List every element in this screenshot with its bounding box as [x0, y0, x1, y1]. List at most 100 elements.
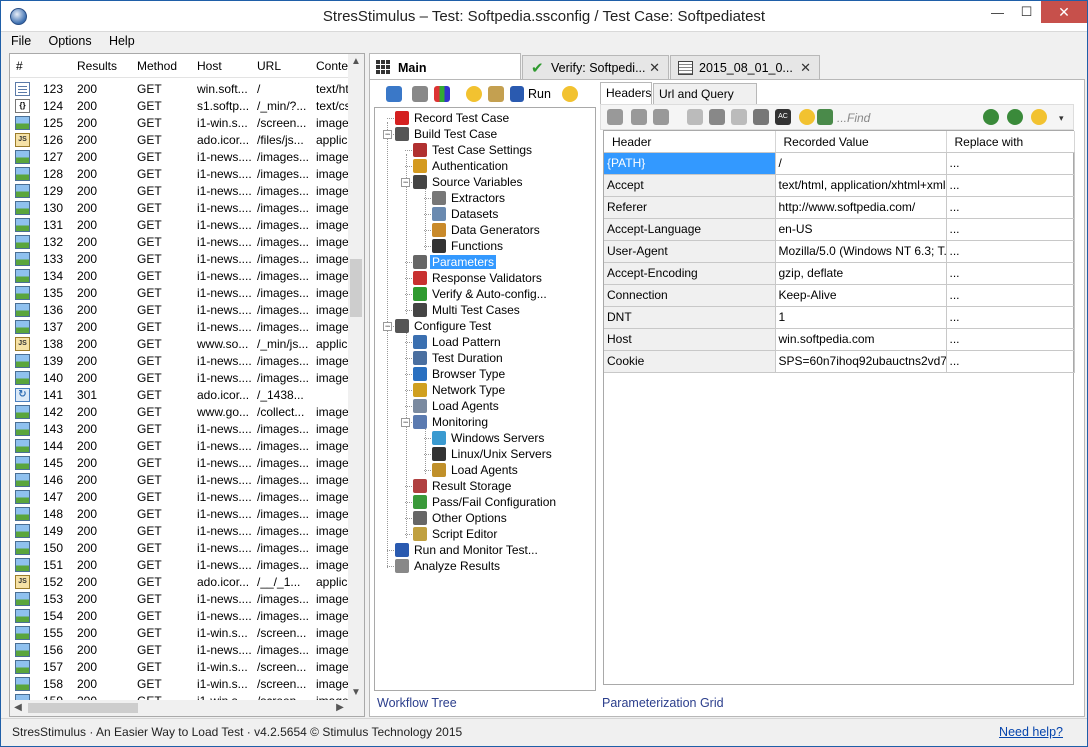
grid-cell-replace[interactable]: ... — [946, 174, 1075, 197]
grid-row[interactable]: {PATH} /... — [604, 152, 1075, 175]
session-row[interactable]: 147 200 GET i1-news.... /images... image. — [10, 488, 350, 505]
scroll-up-icon[interactable]: ▲ — [348, 54, 364, 70]
list-view-icon[interactable] — [434, 86, 450, 102]
session-row[interactable]: 129 200 GET i1-news.... /images... image. — [10, 182, 350, 199]
tree-node[interactable]: Run and Monitor Test... — [395, 542, 575, 558]
doc-p-icon[interactable] — [731, 109, 747, 125]
vertical-scrollbar[interactable]: ▲ ▼ — [348, 54, 364, 701]
column-header-number[interactable]: # — [16, 59, 23, 73]
export-icon[interactable] — [817, 109, 833, 125]
grid-row[interactable]: Accept text/html, application/xhtml+xml,.… — [604, 174, 1075, 197]
column-header-host[interactable]: Host — [197, 59, 222, 73]
tree-node[interactable]: Build Test Case — [395, 126, 575, 142]
grid-row[interactable]: Connection Keep-Alive... — [604, 284, 1075, 307]
session-row[interactable]: 140 200 GET i1-news.... /images... image. — [10, 369, 350, 386]
tree-node[interactable]: Network Type — [413, 382, 575, 398]
session-row[interactable]: 136 200 GET i1-news.... /images... image. — [10, 301, 350, 318]
back-icon[interactable] — [386, 86, 402, 102]
grid-column-recorded[interactable]: Recorded Value — [775, 131, 947, 153]
tree-node[interactable]: Extractors — [432, 190, 575, 206]
session-row[interactable]: 144 200 GET i1-news.... /images... image. — [10, 437, 350, 454]
session-row[interactable]: {} 124 200 GET s1.softp... /_min/?... text/cs — [10, 97, 350, 114]
tree-node[interactable]: Load Agents — [432, 462, 575, 478]
tree-view-icon[interactable] — [412, 86, 428, 102]
session-row[interactable]: JS 138 200 GET www.so... /_min/js... applica — [10, 335, 350, 352]
tree-node[interactable]: Pass/Fail Configuration — [413, 494, 575, 510]
grid-cell-replace[interactable]: ... — [946, 328, 1075, 351]
hscroll-thumb[interactable] — [28, 703, 138, 713]
run-button[interactable]: Run — [528, 87, 551, 101]
session-row[interactable]: 154 200 GET i1-news.... /images... image. — [10, 607, 350, 624]
tree-node[interactable]: Multi Test Cases — [413, 302, 575, 318]
menu-file[interactable]: File — [1, 32, 38, 48]
session-row[interactable]: 158 200 GET i1-win.s... /screen... image. — [10, 675, 350, 692]
lightbulb-icon[interactable] — [466, 86, 482, 102]
tab-verify[interactable]: ✔ Verify: Softpedi... ✕ — [522, 55, 669, 80]
grid-row[interactable]: Referer http://www.softpedia.com/... — [604, 196, 1075, 219]
session-row[interactable]: 125 200 GET i1-win.s... /screen... image. — [10, 114, 350, 131]
find-input[interactable]: ...Find — [837, 111, 870, 125]
tab-main[interactable]: Main — [369, 53, 521, 81]
hint-lightbulb-icon[interactable] — [799, 109, 815, 125]
session-row[interactable]: 139 200 GET i1-news.... /images... image. — [10, 352, 350, 369]
column-header-results[interactable]: Results — [77, 59, 117, 73]
session-row[interactable]: 128 200 GET i1-news.... /images... image. — [10, 165, 350, 182]
scroll-right-icon[interactable]: ▶ — [332, 700, 348, 716]
grid-cell-replace[interactable]: ... — [946, 218, 1075, 241]
help-lightbulb-icon[interactable] — [562, 86, 578, 102]
session-row[interactable]: 155 200 GET i1-win.s... /screen... image. — [10, 624, 350, 641]
grid-row[interactable]: User-Agent Mozilla/5.0 (Windows NT 6.3; T… — [604, 240, 1075, 263]
horizontal-scrollbar[interactable]: ◀ ▶ — [10, 700, 364, 716]
tree-node[interactable]: Linux/Unix Servers — [432, 446, 575, 462]
undo-icon[interactable] — [631, 109, 647, 125]
grid-column-header[interactable]: Header — [604, 131, 776, 153]
tree-icon[interactable] — [607, 109, 623, 125]
menu-options[interactable]: Options — [42, 32, 99, 48]
grid-row[interactable]: Accept-Encoding gzip, deflate... — [604, 262, 1075, 285]
overflow-chevron-icon[interactable]: ▾ — [1059, 113, 1064, 124]
session-row[interactable]: 133 200 GET i1-news.... /images... image. — [10, 250, 350, 267]
tab-report[interactable]: 2015_08_01_0... ✕ — [670, 55, 820, 80]
session-row[interactable]: 131 200 GET i1-news.... /images... image. — [10, 216, 350, 233]
grid-cell-replace[interactable]: ... — [946, 196, 1075, 219]
session-row[interactable]: 153 200 GET i1-news.... /images... image. — [10, 590, 350, 607]
session-row[interactable]: 135 200 GET i1-news.... /images... image. — [10, 284, 350, 301]
scroll-down-icon[interactable]: ▼ — [348, 685, 364, 701]
grid-row[interactable]: Accept-Language en-US... — [604, 218, 1075, 241]
tree-node[interactable]: Result Storage — [413, 478, 575, 494]
column-header-method[interactable]: Method — [137, 59, 177, 73]
tree-node[interactable]: Browser Type — [413, 366, 575, 382]
tree-node[interactable]: Response Validators — [413, 270, 575, 286]
tree-node[interactable]: Load Pattern — [413, 334, 575, 350]
find-next-icon[interactable] — [1007, 109, 1023, 125]
close-tab-icon[interactable]: ✕ — [649, 60, 660, 76]
tree-node[interactable]: Windows Servers — [432, 430, 575, 446]
find-prev-icon[interactable] — [983, 109, 999, 125]
grid-row[interactable]: DNT 1... — [604, 306, 1075, 329]
grid-cell-replace[interactable]: ... — [946, 152, 1075, 175]
tree-node[interactable]: Configure Test — [395, 318, 575, 334]
session-row[interactable]: 151 200 GET i1-news.... /images... image. — [10, 556, 350, 573]
doc-xx-icon[interactable] — [709, 109, 725, 125]
session-row[interactable]: 150 200 GET i1-news.... /images... image. — [10, 539, 350, 556]
grid-cell-replace[interactable]: ... — [946, 240, 1075, 263]
tree-node[interactable]: Authentication — [413, 158, 575, 174]
session-row[interactable]: 134 200 GET i1-news.... /images... image. — [10, 267, 350, 284]
tree-node[interactable]: Test Duration — [413, 350, 575, 366]
session-row[interactable]: 142 200 GET www.go... /collect... image. — [10, 403, 350, 420]
session-row[interactable]: 137 200 GET i1-news.... /images... image. — [10, 318, 350, 335]
session-row[interactable]: JS 126 200 GET ado.icor... /files/js... applic… — [10, 131, 350, 148]
session-row[interactable]: 127 200 GET i1-news.... /images... image. — [10, 148, 350, 165]
session-row[interactable]: 143 200 GET i1-news.... /images... image. — [10, 420, 350, 437]
grid-column-replace[interactable]: Replace with — [946, 131, 1075, 153]
doc-x-icon[interactable] — [687, 109, 703, 125]
help-link[interactable]: Need help? — [999, 725, 1063, 739]
session-row[interactable]: 156 200 GET i1-news.... /images... image. — [10, 641, 350, 658]
clear-icon[interactable] — [653, 109, 669, 125]
tree-node[interactable]: Analyze Results — [395, 558, 575, 574]
grid-cell-replace[interactable]: ... — [946, 262, 1075, 285]
tree-node[interactable]: Data Generators — [432, 222, 575, 238]
grid-cell-replace[interactable]: ... — [946, 350, 1075, 373]
tree-node[interactable]: Monitoring — [413, 414, 575, 430]
close-tab-icon[interactable]: ✕ — [800, 60, 811, 76]
